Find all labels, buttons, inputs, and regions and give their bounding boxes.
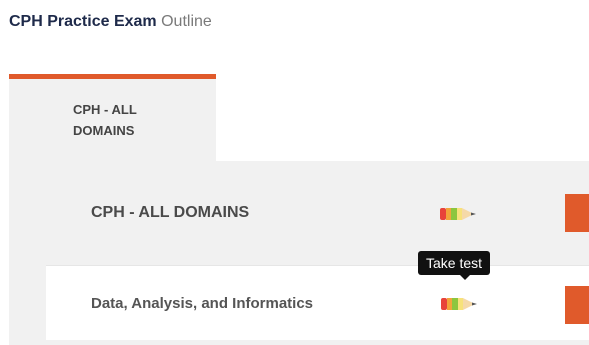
item-title: Data, Analysis, and Informatics bbox=[91, 295, 314, 312]
section-title: CPH - ALL DOMAINS bbox=[91, 204, 250, 221]
tab-cph-all-domains[interactable]: CPH - ALL DOMAINS bbox=[9, 74, 216, 162]
domain-panel: CPH - ALL DOMAINS Data, Analysis, and In… bbox=[9, 161, 589, 345]
pencil-icon[interactable] bbox=[441, 296, 483, 312]
page-title-light: Outline bbox=[161, 13, 212, 30]
tab-label: CPH - ALL DOMAINS bbox=[73, 102, 137, 138]
start-button[interactable] bbox=[565, 194, 589, 232]
pencil-icon[interactable] bbox=[440, 206, 482, 222]
list-item: Data, Analysis, and Informatics bbox=[46, 265, 589, 340]
page-title-strong: CPH Practice Exam bbox=[9, 13, 157, 30]
page: CPH Practice Exam Outline CPH - ALL DOMA… bbox=[0, 0, 589, 345]
start-button[interactable] bbox=[565, 286, 589, 324]
page-title: CPH Practice Exam Outline bbox=[9, 12, 212, 32]
tooltip: Take test bbox=[418, 251, 491, 280]
